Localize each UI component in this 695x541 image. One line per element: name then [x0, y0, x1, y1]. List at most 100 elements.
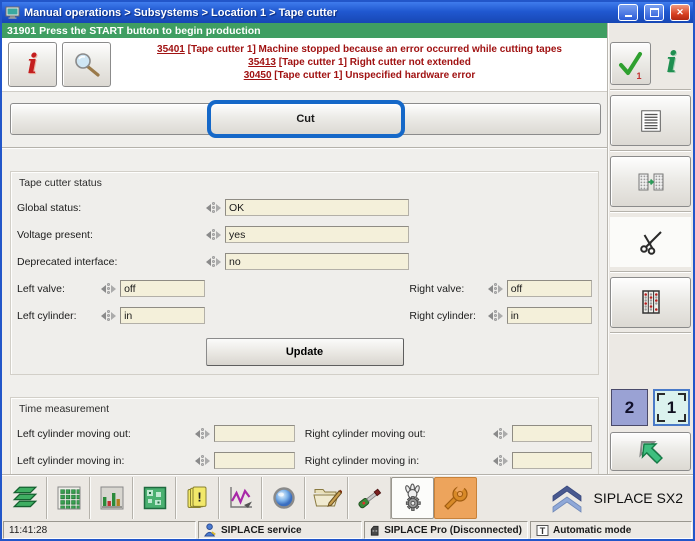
board-icon	[141, 484, 169, 512]
brand-area: SIPLACE SX2	[477, 477, 691, 519]
error-line: 35401 [Tape cutter 1] Machine stopped be…	[157, 43, 562, 56]
sidebar-spacer	[610, 338, 691, 387]
component-grid-icon	[55, 484, 83, 512]
error-panel: i 35401 [Tape cutter 1] Machine stopped …	[2, 38, 607, 92]
gantry-2-button[interactable]: 2	[611, 389, 648, 426]
gantry-selector: 2 1	[610, 389, 691, 426]
field-row: Left cylinder moving out: Right cylinder…	[17, 420, 592, 447]
feeders-button[interactable]	[4, 477, 47, 519]
vision-camera-button[interactable]	[262, 477, 305, 519]
machine-name: SIPLACE SX2	[594, 490, 684, 506]
maximize-button[interactable]	[644, 4, 664, 21]
minimize-button[interactable]	[618, 4, 638, 21]
app-window: Manual operations > Subsystems > Locatio…	[0, 0, 695, 541]
field-row: Left cylinder: in Right cylinder: in	[17, 302, 592, 329]
error-log-button[interactable]: !	[176, 477, 219, 519]
error-text: [Tape cutter 1] Machine stopped because …	[185, 44, 562, 55]
connection-text: SIPLACE Pro (Disconnected)	[384, 525, 522, 536]
value-link-icon	[100, 308, 117, 324]
value-link-icon	[205, 227, 222, 243]
info-green-icon: i	[666, 48, 677, 77]
feeder-stack-icon	[10, 484, 40, 512]
mode-icon: T	[536, 524, 549, 537]
confirm-badge: 1	[636, 71, 641, 81]
info-icon: i	[27, 51, 37, 78]
service-setup-button[interactable]	[434, 477, 477, 519]
time-measurement-group: Time measurement Left cylinder moving ou…	[10, 397, 599, 483]
content-area: 31901 Press the START button to begin pr…	[2, 23, 607, 475]
value-link-icon	[100, 281, 117, 297]
error-line: 35413 [Tape cutter 1] Right cutter not e…	[248, 56, 471, 69]
error-info-button[interactable]: i	[8, 42, 57, 87]
left-cylinder-out-field	[214, 425, 294, 442]
cut-button[interactable]: Cut	[10, 103, 601, 135]
error-message-list: 35401 [Tape cutter 1] Machine stopped be…	[116, 42, 603, 83]
value-link-icon	[205, 254, 222, 270]
transfer-grids-icon	[637, 169, 665, 195]
adjust-tools-button[interactable]	[348, 477, 391, 519]
svg-text:T: T	[540, 525, 546, 535]
update-button[interactable]: Update	[206, 338, 404, 366]
cut-button-label: Cut	[296, 113, 314, 125]
field-label: Deprecated interface:	[17, 256, 205, 268]
left-cylinder-in-field	[214, 452, 294, 469]
tape-matrix-icon	[638, 288, 664, 316]
error-code-link[interactable]: 30450	[244, 70, 272, 81]
connection-segment: SIPLACE Pro (Disconnected)	[364, 521, 528, 539]
field-label: Left cylinder:	[17, 310, 100, 322]
right-cylinder-in-field	[512, 452, 592, 469]
error-text: [Tape cutter 1] Right cutter not extende…	[276, 57, 471, 68]
file-manager-button[interactable]	[305, 477, 348, 519]
statistics-button[interactable]	[90, 477, 133, 519]
user-text: SIPLACE service	[221, 525, 302, 536]
error-details-button[interactable]	[62, 42, 111, 87]
component-transfer-button[interactable]	[610, 156, 691, 207]
tape-cutter-tab[interactable]	[610, 217, 691, 266]
user-segment: SIPLACE service	[198, 521, 362, 539]
board-view-button[interactable]	[133, 477, 176, 519]
clock-text: 11:41:28	[9, 525, 47, 536]
error-code-link[interactable]: 35401	[157, 44, 185, 55]
value-link-icon	[492, 426, 509, 442]
trend-analysis-button[interactable]	[219, 477, 262, 519]
field-label: Global status:	[17, 202, 205, 214]
value-link-icon	[205, 200, 222, 216]
siplace-chevron-logo	[549, 483, 585, 513]
help-info-button[interactable]: i	[653, 42, 692, 83]
machine-icon	[370, 524, 380, 537]
component-table-button[interactable]	[47, 477, 90, 519]
error-code-link[interactable]: 35413	[248, 57, 276, 68]
field-row: Left cylinder moving in: Right cylinder …	[17, 447, 592, 474]
wrench-icon	[441, 483, 471, 513]
titlebar: Manual operations > Subsystems > Locatio…	[2, 2, 693, 23]
worklist-button[interactable]	[610, 95, 691, 146]
mode-text: Automatic mode	[553, 525, 631, 536]
value-link-icon	[194, 426, 211, 442]
gantry-1-button[interactable]: 1	[653, 389, 690, 426]
field-row: Voltage present: yes	[17, 221, 592, 248]
error-text: [Tape cutter 1] Unspecified hardware err…	[272, 70, 476, 81]
corner-mark	[657, 393, 665, 401]
divider	[610, 211, 691, 213]
voltage-present-field: yes	[225, 226, 409, 243]
global-status-field: OK	[225, 199, 409, 216]
field-row: Deprecated interface: no	[17, 248, 592, 275]
confirm-button[interactable]: 1	[610, 42, 651, 85]
field-row: Left valve: off Right valve: off	[17, 275, 592, 302]
back-button[interactable]	[610, 432, 691, 471]
value-link-icon	[194, 453, 211, 469]
main-toolbar: !	[2, 475, 693, 520]
clock-segment: 11:41:28	[3, 521, 196, 539]
manual-operations-button[interactable]	[391, 477, 434, 519]
group-title: Tape cutter status	[17, 175, 592, 194]
left-cylinder-field: in	[120, 307, 205, 324]
field-label: Left cylinder moving in:	[17, 455, 194, 467]
bar-chart-icon	[98, 484, 126, 512]
close-button[interactable]: ✕	[670, 4, 690, 21]
right-valve-field: off	[507, 280, 592, 297]
return-arrow-icon	[636, 437, 666, 467]
scissors-icon	[637, 228, 665, 256]
component-matrix-button[interactable]	[610, 277, 691, 328]
corner-mark	[678, 414, 686, 422]
deprecated-interface-field: no	[225, 253, 409, 270]
